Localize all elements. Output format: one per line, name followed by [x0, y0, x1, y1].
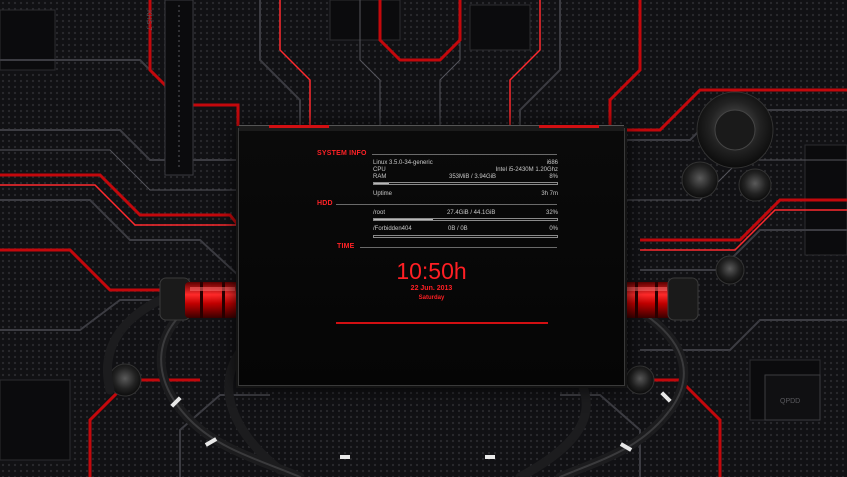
drive-name: /Forbidden404	[373, 226, 412, 232]
drive-usage-bar-fill	[374, 219, 433, 220]
system-info-heading: SYSTEM INFO	[317, 150, 367, 157]
hdd-divider	[336, 204, 557, 205]
drive-percent: 32%	[545, 210, 558, 216]
processor-chip: QPDD	[764, 374, 821, 421]
clock-weekday: Saturday	[418, 295, 445, 301]
uptime-label: Uptime	[373, 191, 393, 197]
kernel-version: Linux 3.5.0-34-generic	[373, 160, 433, 166]
drive-name: /root	[373, 210, 386, 216]
system-info-divider	[372, 154, 557, 155]
drive-percent: 0%	[549, 226, 558, 232]
clock-date: 22 Jun. 2013	[410, 285, 453, 292]
ram-usage-bar-fill	[374, 183, 389, 184]
svg-text:QPDD: QPDD	[780, 398, 800, 405]
cpu-label: CPU	[373, 167, 386, 173]
architecture: i686	[546, 160, 558, 166]
memory-slot	[164, 0, 194, 176]
ram-usage: 353MiB / 3.94GiB	[449, 174, 497, 180]
uptime-value: 3h 7m	[541, 191, 558, 197]
ram-percent: 8%	[549, 174, 558, 180]
ram-label: RAM	[373, 174, 387, 180]
bottom-red-divider	[336, 322, 548, 324]
board-label: KHS-7	[145, 10, 152, 31]
drive-usage-bar	[373, 235, 558, 238]
clock-time: 10:50h	[396, 258, 467, 284]
ram-usage-bar	[373, 182, 558, 185]
left-red-cylinder	[159, 277, 240, 321]
system-monitor-panel: SYSTEM INFO Linux 3.5.0-34-generic i686 …	[238, 125, 625, 386]
drive-usage: 27.4GiB / 44.1GiB	[447, 210, 496, 216]
right-red-cylinder	[620, 277, 699, 321]
time-divider	[360, 247, 557, 248]
drive-usage-bar	[373, 218, 558, 221]
time-heading: TIME	[337, 243, 355, 250]
cpu-value: Intel i5-2430M 1.20Ghz	[495, 167, 558, 173]
hdd-heading: HDD	[317, 200, 333, 207]
panel-accent-right	[539, 125, 599, 128]
drive-usage: 0B / 0B	[448, 226, 468, 232]
panel-accent-left	[269, 125, 329, 128]
